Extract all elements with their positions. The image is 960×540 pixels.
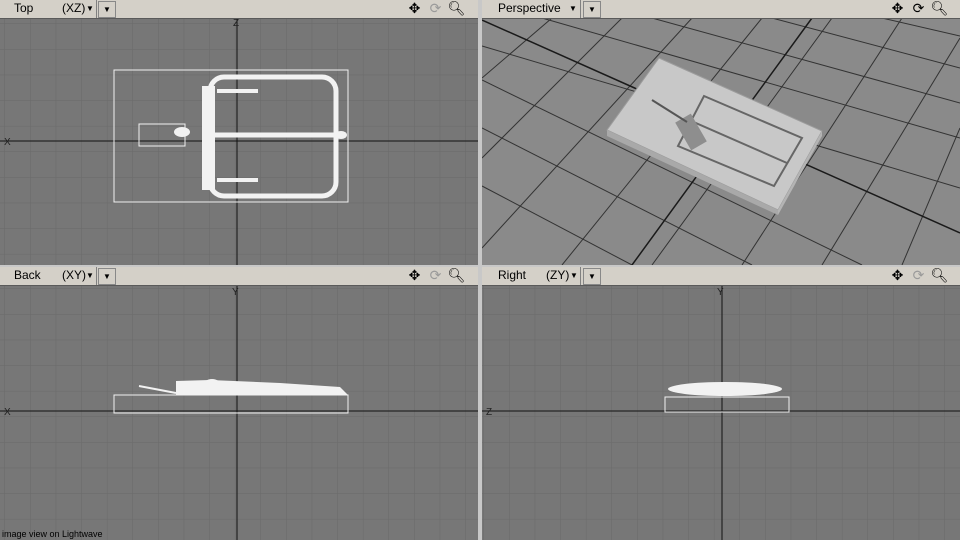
rotate-icon[interactable]: ⟳ (909, 0, 928, 17)
viewport-menu-button[interactable]: ▼ (98, 1, 116, 18)
viewport-perspective[interactable]: Perspective ▼ ▼ ✥ ⟳ 🔍︎ (482, 0, 960, 265)
zoom-icon[interactable]: 🔍︎ (930, 267, 949, 284)
viewport-top-toolbar: Top (XZ) ▼ ▼ ✥ ⟳ 🔍︎ (0, 0, 478, 19)
viewport-back-title[interactable]: Back (14, 268, 41, 282)
viewport-back-canvas[interactable]: Y X (0, 285, 478, 540)
viewport-top-axes[interactable]: (XZ) (62, 1, 85, 15)
axis-label-x: X (4, 137, 11, 148)
back-view-drawing: Y X (0, 285, 478, 540)
perspective-view-drawing (482, 17, 960, 265)
move-icon[interactable]: ✥ (888, 267, 907, 284)
axis-label-x: X (4, 407, 11, 418)
move-icon[interactable]: ✥ (405, 0, 424, 17)
rotate-icon[interactable]: ⟳ (426, 267, 445, 284)
toolbar-divider (96, 0, 97, 18)
viewport-menu-button[interactable]: ▼ (583, 1, 601, 18)
body-profile (668, 382, 782, 396)
zoom-icon[interactable]: 🔍︎ (930, 0, 949, 17)
viewport-right-axes[interactable]: (ZY) (546, 268, 569, 282)
axis-label-z: Z (233, 18, 239, 29)
zoom-icon[interactable]: 🔍︎ (447, 267, 466, 284)
right-view-drawing: Y Z (482, 285, 960, 540)
toolbar-divider (580, 267, 581, 285)
chevron-down-icon[interactable]: ▼ (570, 271, 578, 280)
viewport-right-title[interactable]: Right (498, 268, 526, 282)
status-caption: image view on Lightwave (2, 529, 103, 539)
viewport-menu-button[interactable]: ▼ (98, 268, 116, 285)
viewport-perspective-title[interactable]: Perspective (498, 1, 561, 15)
axis-label-y: Y (717, 287, 724, 298)
coil-spring (202, 86, 215, 190)
rotate-icon[interactable]: ⟳ (909, 267, 928, 284)
trigger-hook (174, 127, 190, 137)
viewport-perspective-toolbar: Perspective ▼ ▼ ✥ ⟳ 🔍︎ (482, 0, 960, 19)
viewport-right[interactable]: Right (ZY) ▼ ▼ ✥ ⟳ 🔍︎ Y Z (482, 267, 960, 540)
rotate-icon[interactable]: ⟳ (426, 0, 445, 17)
coil-spring (202, 379, 222, 395)
viewport-divider-horizontal[interactable] (0, 265, 960, 267)
top-view-drawing: X Z (0, 18, 478, 265)
bail-end (335, 131, 347, 139)
viewport-back[interactable]: Back (XY) ▼ ▼ ✥ ⟳ 🔍︎ Y X (0, 267, 478, 540)
axis-label-z: Z (486, 407, 492, 418)
chevron-down-icon[interactable]: ▼ (569, 4, 577, 13)
toolbar-divider (96, 267, 97, 285)
axis-label-y: Y (232, 287, 239, 298)
viewport-back-axes[interactable]: (XY) (62, 268, 86, 282)
viewport-top-title[interactable]: Top (14, 1, 33, 15)
viewport-top[interactable]: Top (XZ) ▼ ▼ ✥ ⟳ 🔍︎ X Z (0, 0, 478, 265)
viewport-divider-vertical[interactable] (478, 0, 482, 540)
viewport-right-canvas[interactable]: Y Z (482, 285, 960, 540)
viewport-top-canvas[interactable]: X Z (0, 18, 478, 265)
viewport-right-toolbar: Right (ZY) ▼ ▼ ✥ ⟳ 🔍︎ (482, 267, 960, 286)
toolbar-divider (580, 0, 581, 18)
zoom-icon[interactable]: 🔍︎ (447, 0, 466, 17)
viewport-back-toolbar: Back (XY) ▼ ▼ ✥ ⟳ 🔍︎ (0, 267, 478, 286)
move-icon[interactable]: ✥ (405, 267, 424, 284)
viewport-perspective-canvas[interactable] (482, 17, 960, 265)
move-icon[interactable]: ✥ (888, 0, 907, 17)
chevron-down-icon[interactable]: ▼ (86, 271, 94, 280)
chevron-down-icon[interactable]: ▼ (86, 4, 94, 13)
viewport-menu-button[interactable]: ▼ (583, 268, 601, 285)
